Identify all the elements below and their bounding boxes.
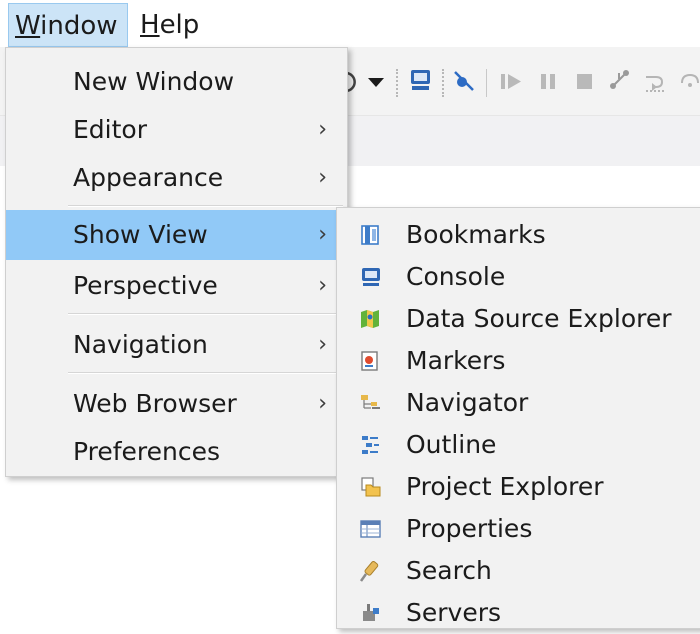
menu-item-markers[interactable]: Markers	[337, 340, 700, 382]
window-menu: New Window Editor › Appearance › Show View…	[5, 47, 348, 477]
console-toolbar-icon[interactable]	[409, 67, 433, 93]
project-explorer-icon	[361, 477, 381, 497]
skip-breakpoints-icon[interactable]	[452, 69, 476, 93]
menu-item-outline[interactable]: Outline	[337, 424, 700, 466]
menu-item-preferences[interactable]: Preferences	[6, 428, 347, 476]
menubar-help[interactable]: Help	[134, 3, 206, 47]
toolbar-separator	[396, 69, 398, 97]
menu-item-data-source-explorer[interactable]: Data Source Explorer	[337, 298, 700, 340]
menu-item-label: Data Source Explorer	[406, 304, 672, 333]
chevron-right-icon: ›	[318, 117, 327, 142]
chevron-right-icon: ›	[318, 222, 327, 247]
disconnect-icon[interactable]	[607, 67, 633, 93]
menu-separator	[68, 205, 343, 207]
resume-icon[interactable]	[499, 70, 525, 92]
menu-item-label: Outline	[406, 430, 497, 459]
menu-item-label: Navigator	[406, 388, 529, 417]
menu-item-label: Preferences	[73, 437, 221, 466]
menu-item-search[interactable]: Search	[337, 550, 700, 592]
navigator-icon	[361, 395, 380, 409]
menu-item-perspective[interactable]: Perspective ›	[6, 262, 347, 310]
menubar-window-label-rest: indow	[40, 11, 118, 41]
menu-item-label: Appearance	[73, 163, 224, 192]
chevron-right-icon: ›	[318, 391, 327, 416]
chevron-right-icon: ›	[318, 273, 327, 298]
outline-icon	[362, 436, 379, 454]
menu-item-label: Editor	[73, 115, 147, 144]
menu-item-console[interactable]: Console	[337, 256, 700, 298]
markers-icon	[361, 351, 378, 371]
menu-item-web-browser[interactable]: Web Browser ›	[6, 380, 347, 428]
menu-item-project-explorer[interactable]: Project Explorer	[337, 466, 700, 508]
menubar-window-mnemonic: W	[15, 11, 41, 41]
menu-item-label: Perspective	[73, 271, 218, 300]
menu-item-label: Search	[406, 556, 492, 585]
chevron-right-icon: ›	[318, 165, 327, 190]
properties-icon	[360, 520, 381, 538]
menu-item-show-view[interactable]: Show View ›	[6, 210, 347, 260]
menubar-help-mnemonic: H	[140, 10, 160, 40]
menu-item-label: Navigation	[73, 330, 208, 359]
menu-item-label: Bookmarks	[406, 220, 546, 249]
step-into-icon[interactable]	[642, 69, 670, 95]
dropdown-arrow-icon[interactable]	[367, 77, 385, 89]
menu-item-navigation[interactable]: Navigation ›	[6, 321, 347, 369]
menu-item-appearance[interactable]: Appearance ›	[6, 154, 347, 202]
menu-item-properties[interactable]: Properties	[337, 508, 700, 550]
terminate-icon[interactable]	[574, 70, 596, 92]
menu-item-label: Servers	[406, 598, 502, 627]
menu-item-label: Web Browser	[73, 389, 237, 418]
menu-item-label: Project Explorer	[406, 472, 604, 501]
menu-item-label: Properties	[406, 514, 533, 543]
chevron-right-icon: ›	[318, 332, 327, 357]
menu-separator	[68, 313, 343, 315]
menubar-help-label-rest: elp	[159, 10, 200, 40]
toolbar-separator	[486, 69, 487, 97]
menu-item-label: New Window	[73, 67, 235, 96]
show-view-submenu: Bookmarks Console Data Source Explorer M…	[336, 207, 700, 629]
step-over-icon[interactable]	[678, 69, 700, 95]
suspend-icon[interactable]	[538, 70, 560, 92]
menu-item-navigator[interactable]: Navigator	[337, 382, 700, 424]
menu-item-label: Markers	[406, 346, 506, 375]
menubar: Window Help	[0, 0, 700, 47]
search-icon	[359, 561, 379, 582]
menu-item-bookmarks[interactable]: Bookmarks	[337, 214, 700, 256]
menu-item-servers[interactable]: Servers	[337, 592, 700, 634]
menu-item-editor[interactable]: Editor ›	[6, 106, 347, 154]
toolbar-separator	[442, 69, 444, 97]
menu-item-new-window[interactable]: New Window	[6, 58, 347, 106]
console-icon	[362, 268, 380, 286]
data-source-explorer-icon	[361, 310, 379, 328]
menu-item-label: Show View	[73, 220, 208, 249]
menubar-window[interactable]: Window	[8, 3, 128, 47]
bookmarks-icon	[361, 225, 379, 245]
menu-item-label: Console	[406, 262, 506, 291]
servers-icon	[363, 604, 379, 621]
menu-separator	[68, 372, 343, 374]
